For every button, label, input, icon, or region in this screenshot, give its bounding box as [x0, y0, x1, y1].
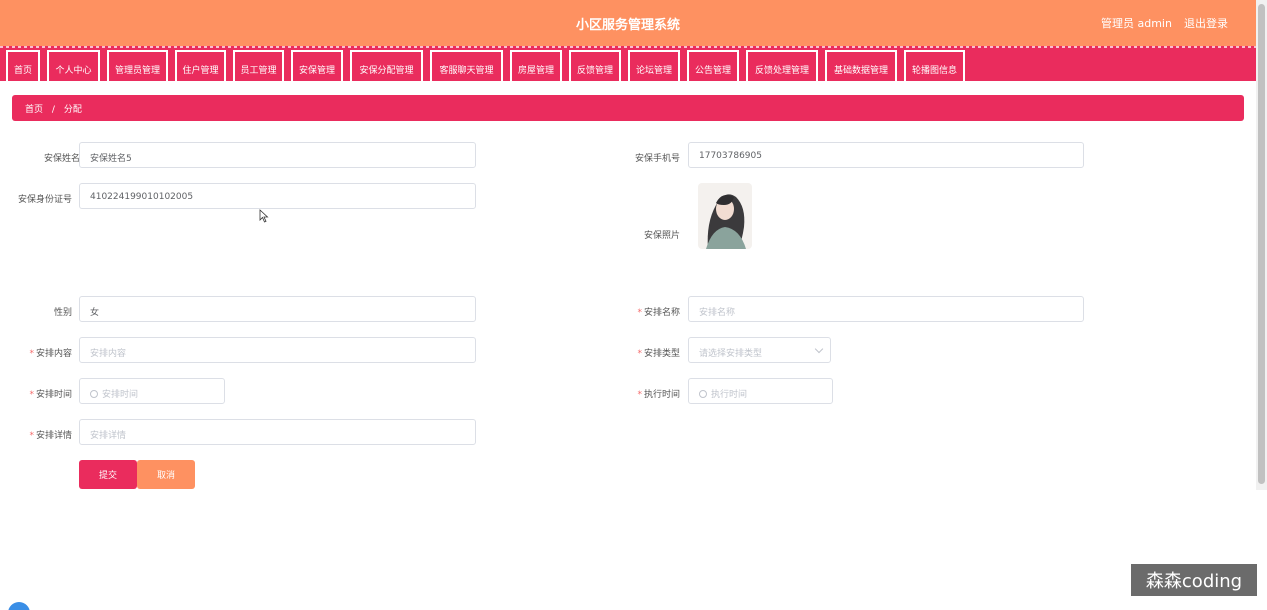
current-user: 管理员 admin [1101, 17, 1172, 30]
app-title: 小区服务管理系统 [575, 18, 680, 33]
app-header: 小区服务管理系统 管理员 admin 退出登录 [0, 0, 1256, 46]
nav-tab-chat[interactable]: 客服聊天管理 [430, 50, 503, 81]
arrange-detail-label: * 安排详情 [29, 431, 72, 441]
arrange-type-select[interactable]: 请选择安排类型 [688, 337, 831, 363]
required-mark: * [637, 308, 642, 318]
watermark: 森森coding [1131, 564, 1257, 596]
nav-tab-feedback-handle[interactable]: 反馈处理管理 [746, 50, 818, 81]
nav-tab-profile[interactable]: 个人中心 [47, 50, 100, 81]
cancel-button[interactable]: 取消 [137, 460, 195, 489]
exec-time-placeholder: 执行时间 [711, 390, 748, 400]
clock-icon [90, 390, 98, 398]
mouse-cursor-icon [259, 209, 269, 223]
arrange-content-input[interactable]: 安排内容 [79, 337, 476, 363]
nav-tab-staff[interactable]: 员工管理 [233, 50, 284, 81]
guard-id-label: 安保身份证号 [17, 195, 72, 205]
breadcrumb-home[interactable]: 首页 [25, 105, 43, 115]
arrange-time-picker[interactable]: 安排时间 [79, 378, 225, 404]
required-mark: * [29, 349, 34, 359]
guard-phone-label: 安保手机号 [634, 154, 680, 164]
nav-tab-resident[interactable]: 住户管理 [175, 50, 226, 81]
required-mark: * [637, 349, 642, 359]
arrange-type-label: * 安排类型 [637, 349, 680, 359]
breadcrumb: 首页 / 分配 [12, 95, 1244, 121]
arrange-detail-input[interactable]: 安排详情 [79, 419, 476, 445]
main-nav: 首页 个人中心 管理员管理 住户管理 员工管理 安保管理 安保分配管理 客服聊天… [0, 46, 1256, 81]
nav-tab-carousel[interactable]: 轮播图信息 [904, 50, 965, 81]
required-mark: * [29, 390, 34, 400]
chevron-down-icon [814, 344, 824, 354]
nav-tab-security-assign[interactable]: 安保分配管理 [350, 50, 423, 81]
arrange-time-label: * 安排时间 [29, 390, 72, 400]
nav-tabs: 首页 个人中心 管理员管理 住户管理 员工管理 安保管理 安保分配管理 客服聊天… [6, 50, 972, 81]
nav-dashed-border [0, 46, 1256, 48]
gender-label: 性别 [53, 308, 72, 318]
gender-field[interactable]: 女 [79, 296, 476, 322]
guard-photo-label: 安保照片 [643, 231, 680, 241]
scrollbar-thumb[interactable] [1258, 4, 1265, 484]
nav-tab-base-data[interactable]: 基础数据管理 [825, 50, 897, 81]
arrange-type-placeholder: 请选择安排类型 [699, 349, 763, 359]
arrange-time-placeholder: 安排时间 [102, 390, 139, 400]
logout-link[interactable]: 退出登录 [1184, 15, 1228, 31]
guard-id-field[interactable]: 410224199010102005 [79, 183, 476, 209]
breadcrumb-current: 分配 [63, 105, 82, 115]
arrange-content-label: * 安排内容 [29, 349, 72, 359]
nav-tab-home[interactable]: 首页 [6, 50, 40, 81]
page-scrollbar[interactable] [1256, 0, 1267, 490]
clock-icon [699, 390, 707, 398]
nav-tab-forum[interactable]: 论坛管理 [628, 50, 680, 81]
arrange-name-input[interactable]: 安排名称 [688, 296, 1084, 322]
exec-time-label: * 执行时间 [637, 390, 680, 400]
guard-phone-field[interactable]: 17703786905 [688, 142, 1084, 168]
corner-badge [8, 602, 30, 610]
submit-button[interactable]: 提交 [79, 460, 137, 489]
breadcrumb-separator: / [51, 105, 55, 115]
required-mark: * [637, 390, 642, 400]
guard-name-label: 安保姓名 [43, 154, 80, 164]
nav-tab-notice[interactable]: 公告管理 [687, 50, 739, 81]
arrange-name-label: * 安排名称 [637, 308, 680, 318]
nav-tab-admin[interactable]: 管理员管理 [107, 50, 168, 81]
guard-photo [698, 183, 752, 249]
nav-tab-security[interactable]: 安保管理 [291, 50, 343, 81]
nav-tab-house[interactable]: 房屋管理 [510, 50, 562, 81]
exec-time-picker[interactable]: 执行时间 [688, 378, 833, 404]
guard-name-field[interactable]: 安保姓名5 [79, 142, 476, 168]
required-mark: * [29, 431, 34, 441]
nav-tab-feedback[interactable]: 反馈管理 [569, 50, 621, 81]
